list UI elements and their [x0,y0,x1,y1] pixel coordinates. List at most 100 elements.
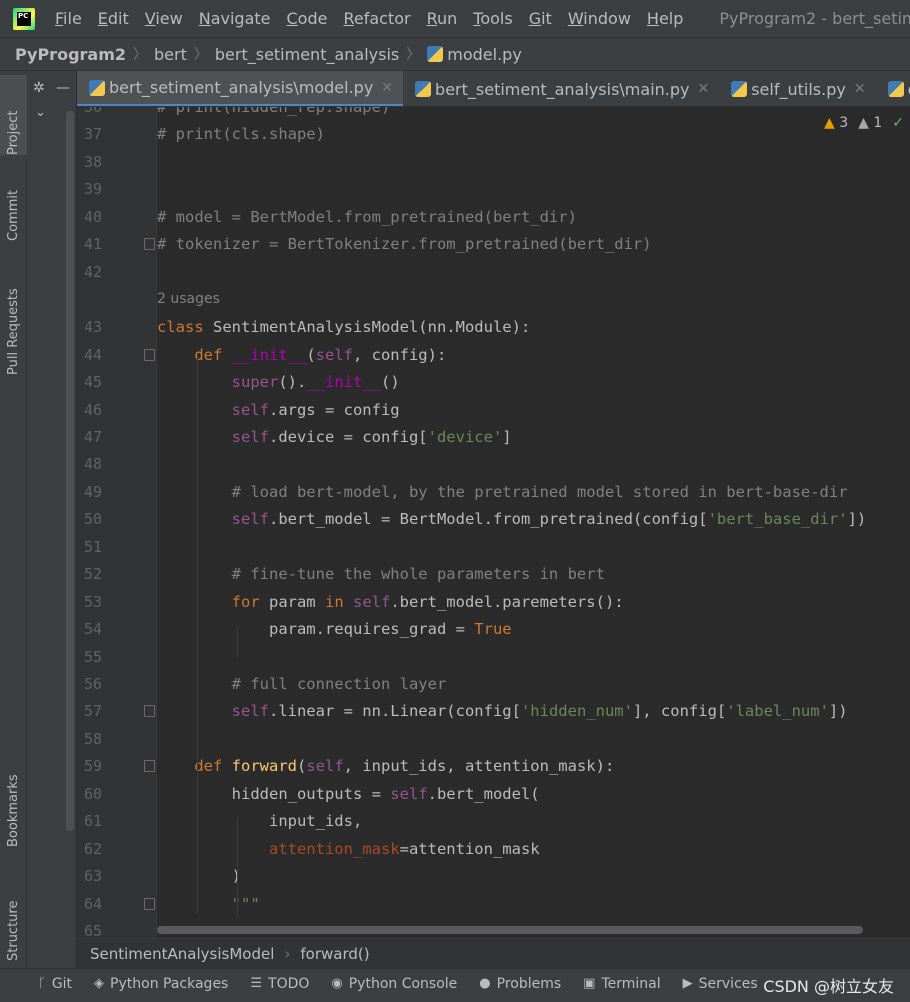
fold-marker-icon[interactable] [144,705,155,718]
code-line: 62 attention_mask=attention_mask [77,836,910,863]
code-breadcrumb: SentimentAnalysisModel › forward() [77,938,910,968]
fold-marker-icon[interactable] [144,238,155,251]
menu-help[interactable]: Help [647,9,683,28]
code-line: 53 for param in self.bert_model.paremete… [77,589,910,616]
line-number: 47 [83,427,102,446]
close-icon[interactable]: ✕ [697,81,709,97]
indent-guide [237,817,238,917]
editor-tab[interactable]: bert_setiment_analysis\model.py ✕ [77,71,404,106]
code-text: # load bert-model, by the pretrained mod… [231,482,848,501]
tool-tab-structure[interactable]: Structure [0,871,27,961]
line-number: 59 [83,757,102,776]
python-file-icon [731,81,748,97]
code-line: 46 self.args = config [77,397,910,424]
tool-window-python-console[interactable]: ◉ Python Console [331,976,457,992]
horizontal-scrollbar[interactable] [157,926,863,934]
breadcrumb-method[interactable]: forward() [300,945,369,963]
chevron-right-icon: 〉 [406,47,421,63]
python-file-icon [887,81,904,97]
code-line: 47 self.device = config['device'] [77,424,910,451]
menu-run[interactable]: Run [427,9,458,28]
close-icon[interactable]: ✕ [854,81,866,97]
code-text: # model = BertModel.from_pretrained(bert… [157,207,577,226]
left-tool-strip: Project Commit Pull Requests Bookmarks S… [0,71,27,968]
chevron-right-icon: 〉 [133,47,148,63]
tool-window-git[interactable]: ᚴ Git [38,976,72,992]
menu-navigate[interactable]: Navigate [199,9,271,28]
line-number: 63 [83,867,102,886]
fold-marker-icon[interactable] [144,760,155,773]
watermark: CSDN @树立女友 [763,977,894,996]
code-text: # full connection layer [231,675,447,693]
indent-guide [197,354,198,914]
fold-marker-icon[interactable] [144,897,155,910]
tool-window-problems[interactable]: ● Problems [479,976,561,992]
indent-guide [237,627,238,657]
settings-icon[interactable]: ✲ [33,80,45,96]
project-scrollbar[interactable] [66,111,74,831]
code-line: 37 # print(cls.shape) [77,121,910,148]
code-line: 44 def __init__(self, config): [77,342,910,369]
menu-tools[interactable]: Tools [473,9,512,28]
code-line: 57 self.linear = nn.Linear(config['hidde… [77,698,910,725]
usages-hint[interactable]: 2 usages [77,286,910,313]
tool-tab-commit[interactable]: Commit [0,169,27,241]
packages-icon: ◈ [94,976,105,991]
code-text: self.bert_model = BertModel.from_pretrai… [231,510,867,529]
code-text: # print(hidden_rep.shape) [157,107,391,116]
editor-tab[interactable]: self_utils.py ✕ [719,71,875,106]
tool-tab-pull-requests[interactable]: Pull Requests [0,265,27,375]
code-editor[interactable]: ▲ 3 ▲ 1 ✓ 36 # print(hidden_rep.shape) 37 #… [77,107,910,938]
menu-git[interactable]: Git [529,9,552,28]
code-text: def __init__(self, config): [194,345,447,364]
line-number: 44 [83,345,102,364]
python-file-icon [89,79,105,96]
tool-window-terminal[interactable]: ▣ Terminal [583,976,660,992]
tool-tab-bookmarks[interactable]: Bookmarks [0,755,27,847]
line-number: 46 [83,400,102,419]
menu-refactor[interactable]: Refactor [343,9,410,28]
line-number: 45 [83,373,102,392]
menu-view[interactable]: View [145,9,183,28]
minimize-icon[interactable]: — [56,80,70,96]
menu-code[interactable]: Code [287,9,328,28]
line-number: 42 [83,262,102,281]
tool-window-python-packages[interactable]: ◈ Python Packages [94,976,228,992]
nav-project[interactable]: PyProgram2 [15,45,126,64]
close-icon[interactable]: ✕ [381,80,393,96]
python-file-icon [415,81,432,97]
problems-icon: ● [479,976,491,991]
line-number: 64 [83,894,102,913]
code-line: 36 # print(hidden_rep.shape) [77,107,910,121]
code-text: self.device = config['device'] [231,427,512,446]
tool-window-todo[interactable]: ☰ TODO [250,976,309,992]
breadcrumb-class[interactable]: SentimentAnalysisModel [90,945,274,963]
code-line: 64 """ [77,891,910,918]
line-number: 49 [83,482,102,501]
fold-marker-icon[interactable] [144,348,155,361]
code-text: param.requires_grad = True [157,620,512,639]
menu-edit[interactable]: Edit [98,9,129,28]
chevron-right-icon: 〉 [193,47,208,63]
code-text: input_ids, [157,812,363,831]
code-line: 58 [77,726,910,753]
editor-tab[interactable]: bert_setiment_analysis\main.py ✕ [403,71,719,106]
nav-file[interactable]: model.py [447,45,522,64]
editor-tabs: bert_setiment_analysis\model.py ✕ bert_set… [77,71,910,107]
code-line: 61 input_ids, [77,808,910,835]
code-line: 43 class SentimentAnalysisModel(nn.Module… [77,314,910,341]
nav-folder-bert[interactable]: bert [154,45,187,64]
line-number: 39 [83,180,102,199]
menu-window[interactable]: Window [568,9,631,28]
menu-file[interactable]: File [55,9,82,28]
editor-tab[interactable]: dataset. [876,71,910,106]
code-text: def forward(self, input_ids, attention_m… [194,757,615,776]
line-number: 41 [83,235,102,254]
code-text: self.linear = nn.Linear(config['hidden_n… [231,702,848,721]
code-text: """ [231,894,260,913]
line-number: 55 [83,647,102,666]
tool-tab-project[interactable]: Project [0,75,27,155]
nav-folder-analysis[interactable]: bert_setiment_analysis [215,45,399,64]
tool-window-services[interactable]: ▶ Services [683,976,758,992]
line-number: 48 [83,455,102,474]
